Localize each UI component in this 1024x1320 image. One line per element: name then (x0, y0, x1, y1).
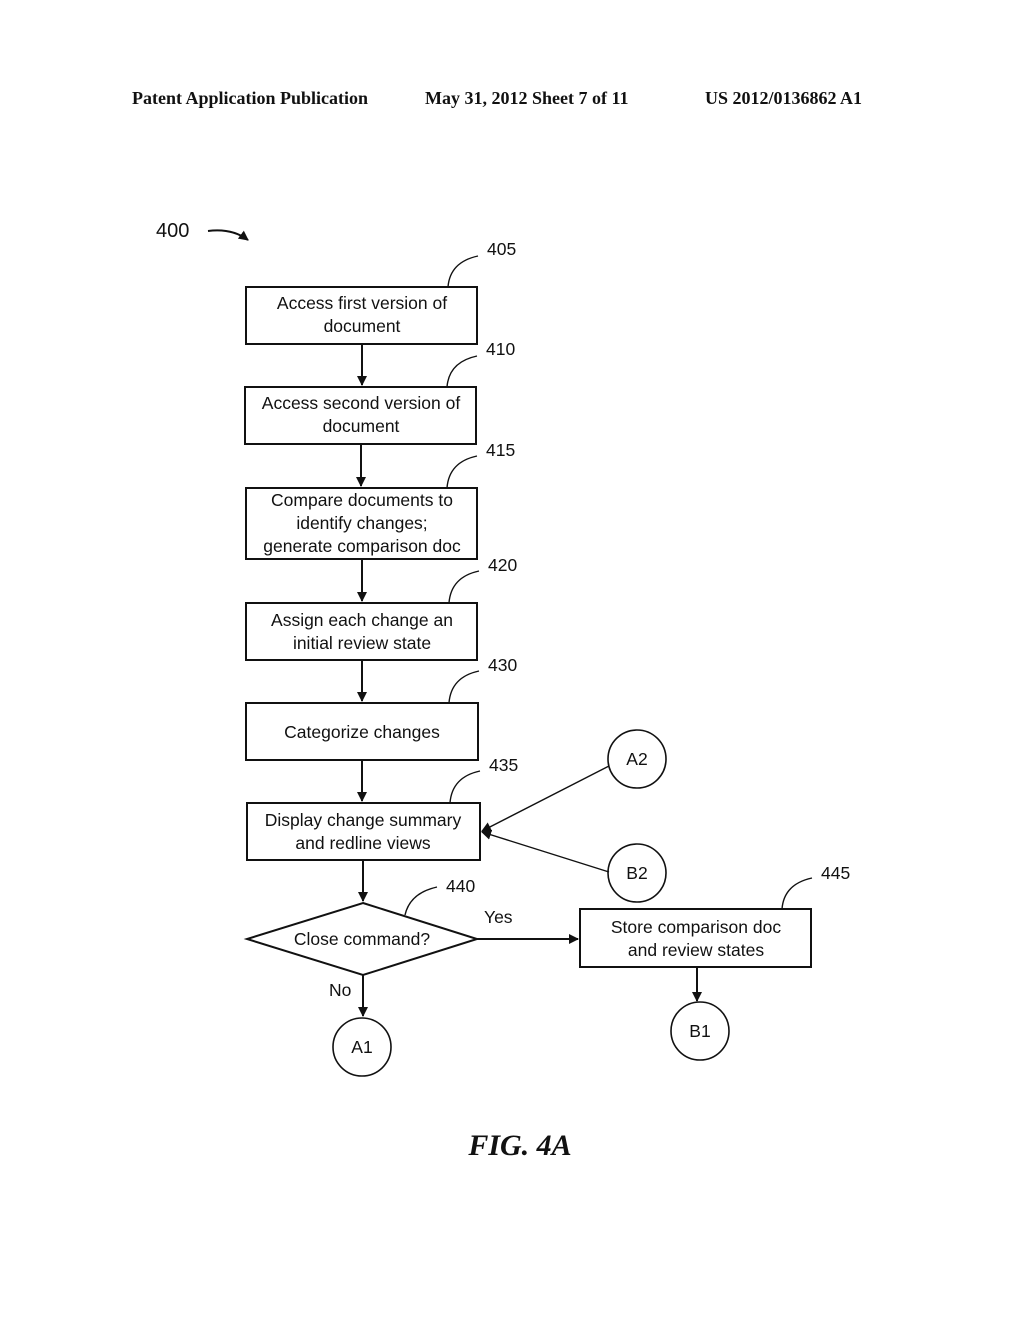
yes-label: Yes (484, 907, 513, 927)
figure-ref-arrow (207, 229, 249, 241)
ref-410: 410 (486, 339, 515, 359)
ref-435: 435 (489, 755, 518, 775)
ref-405: 405 (487, 239, 516, 259)
figure-caption: FIG. 4A (467, 1129, 571, 1162)
connector-b1-label: B1 (689, 1021, 710, 1041)
step-420-line-2: initial review state (293, 633, 431, 653)
step-445-line-1: Store comparison doc (611, 917, 781, 937)
connector-a1: A1 (332, 1017, 392, 1077)
step-430: Categorize changes 430 (245, 655, 517, 761)
step-410-line-2: document (323, 416, 400, 436)
ref-leader-405 (447, 255, 479, 288)
arrow-b2-435 (481, 829, 610, 873)
arrow-a2-435 (481, 765, 610, 832)
step-435-line-2: and redline views (295, 833, 430, 853)
step-405-line-2: document (324, 316, 401, 336)
step-435: Display change summary and redline views… (246, 755, 518, 861)
ref-leader-415 (446, 455, 478, 489)
step-415-line-3: generate comparison doc (263, 536, 461, 556)
ref-445: 445 (821, 863, 850, 883)
ref-440: 440 (446, 876, 475, 896)
step-415-line-2: identify changes; (296, 513, 427, 533)
decision-440-label: Close command? (294, 929, 430, 949)
step-435-line-1: Display change summary (265, 810, 462, 830)
connector-b1: B1 (670, 1001, 730, 1061)
no-label: No (329, 980, 351, 1000)
connector-a2-label: A2 (626, 749, 647, 769)
ref-leader-445 (781, 877, 813, 910)
step-415-line-1: Compare documents to (271, 490, 453, 510)
connector-a1-label: A1 (351, 1037, 372, 1057)
ref-420: 420 (488, 555, 517, 575)
step-445-line-2: and review states (628, 940, 764, 960)
step-420: Assign each change an initial review sta… (245, 555, 517, 661)
connector-b2-label: B2 (626, 863, 647, 883)
step-445: Store comparison doc and review states 4… (579, 863, 850, 968)
step-415: Compare documents to identify changes; g… (245, 440, 515, 560)
step-430-line-1: Categorize changes (284, 722, 440, 742)
flowchart: 400 Access first version of document 405… (156, 220, 850, 1162)
step-405: Access first version of document 405 (245, 239, 516, 345)
connector-a2: A2 (607, 729, 667, 789)
ref-leader-420 (448, 570, 480, 604)
step-410-line-1: Access second version of (262, 393, 461, 413)
ref-leader-435 (449, 770, 481, 804)
ref-leader-410 (446, 355, 478, 388)
step-420-line-1: Assign each change an (271, 610, 453, 630)
ref-leader-440 (404, 886, 438, 916)
figure-ref-400: 400 (156, 220, 189, 242)
ref-430: 430 (488, 655, 517, 675)
step-405-line-1: Access first version of (277, 293, 447, 313)
step-410: Access second version of document 410 (244, 339, 515, 445)
connector-b2: B2 (607, 843, 667, 903)
ref-415: 415 (486, 440, 515, 460)
ref-leader-430 (448, 670, 480, 704)
